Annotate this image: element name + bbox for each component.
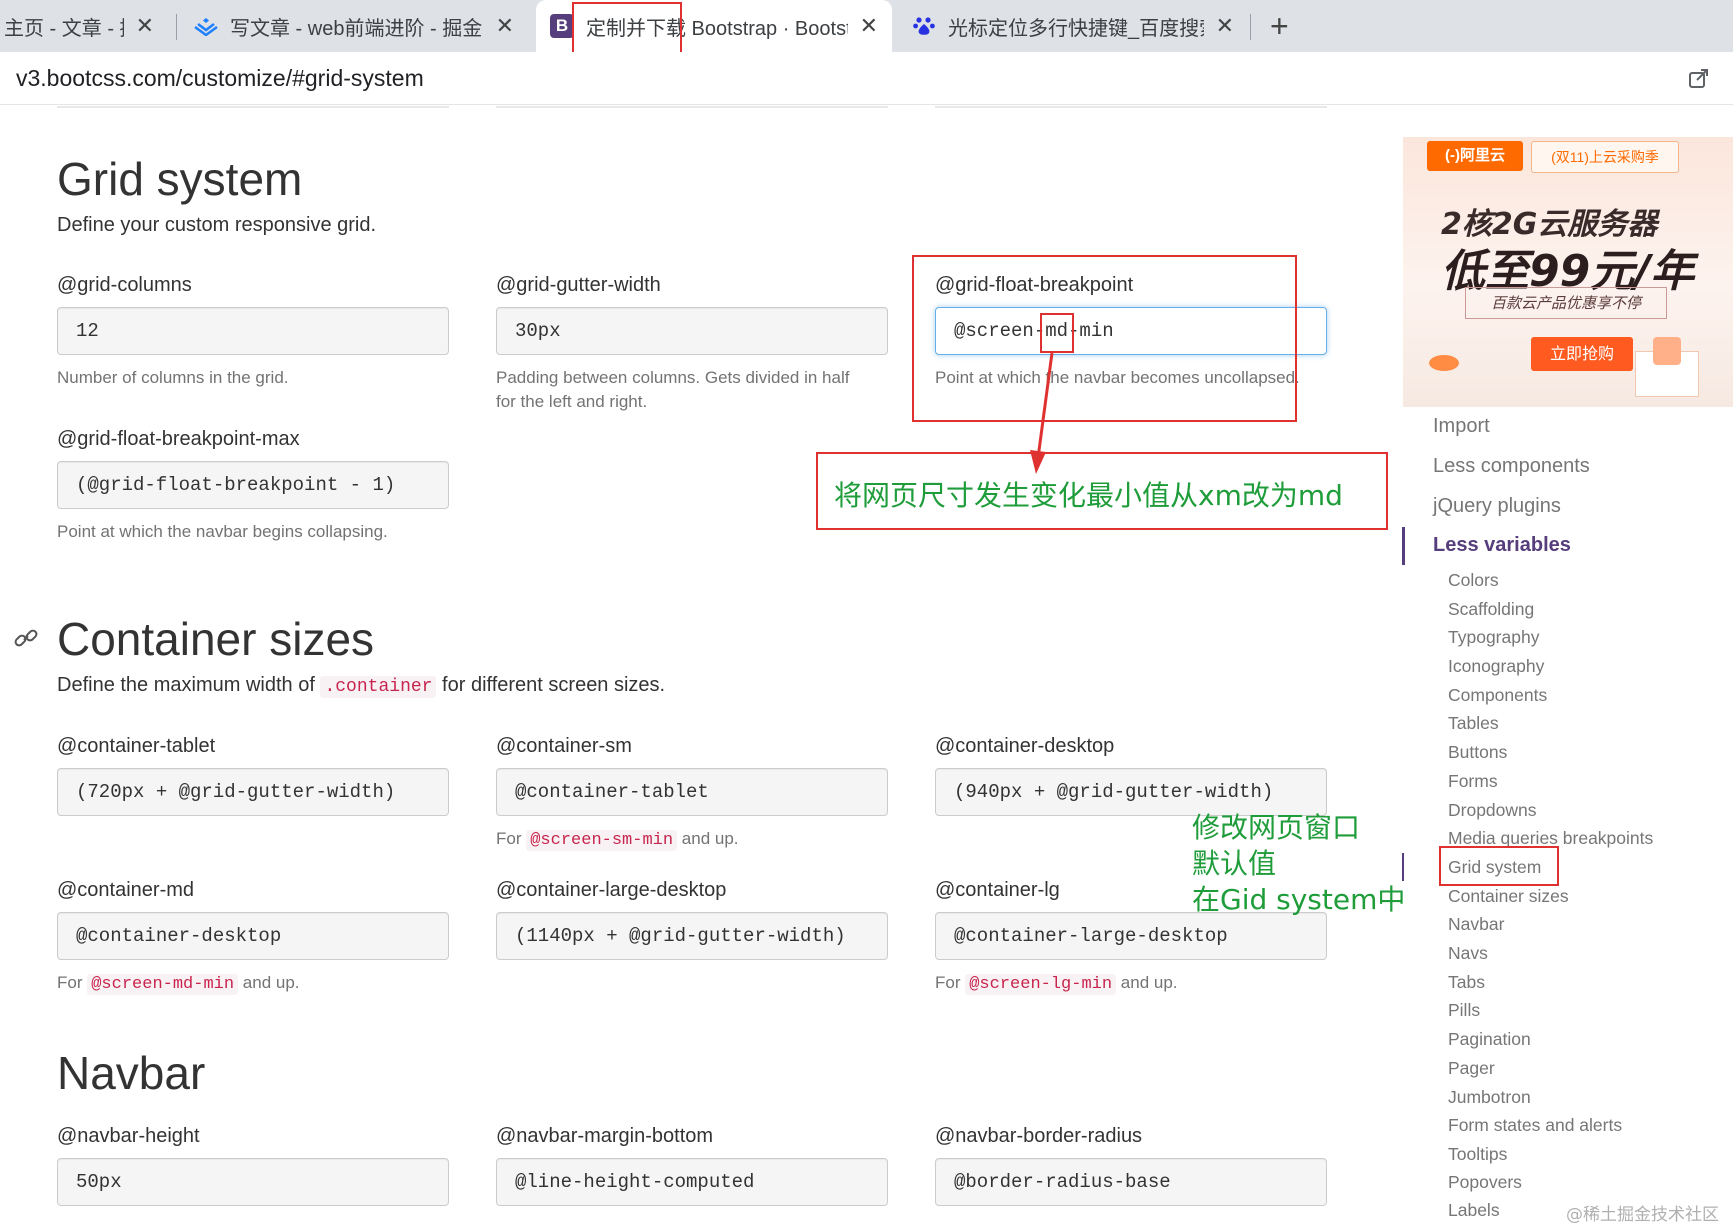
sidebar-item-tabs[interactable]: Tabs: [1448, 972, 1485, 993]
sidebar-item-scaffolding[interactable]: Scaffolding: [1448, 599, 1534, 620]
sidebar-item-container-sizes[interactable]: Container sizes: [1448, 886, 1569, 907]
sidebar-item-tables[interactable]: Tables: [1448, 713, 1499, 734]
sidebar-scroll-marker: [1402, 853, 1404, 881]
sidebar-item-dropdowns[interactable]: Dropdowns: [1448, 800, 1537, 821]
sidebar-item-pager[interactable]: Pager: [1448, 1058, 1495, 1079]
ad-buy-button[interactable]: 立即抢购: [1531, 337, 1633, 371]
sidebar-item-forms[interactable]: Forms: [1448, 771, 1498, 792]
sidebar-item-import[interactable]: Import: [1433, 415, 1490, 438]
sidebar-item-typography[interactable]: Typography: [1448, 627, 1539, 648]
sidebar-item-iconography[interactable]: Iconography: [1448, 656, 1544, 677]
sidebar-item-less-variables[interactable]: Less variables: [1433, 534, 1571, 557]
ad-tag: (双11)上云采购季: [1531, 141, 1679, 173]
juejin-watermark: @稀土掘金技术社区: [1566, 1205, 1719, 1225]
sidebar-item-navbar[interactable]: Navbar: [1448, 914, 1504, 935]
sidebar-item-less-components[interactable]: Less components: [1433, 455, 1590, 478]
sidebar-item-components[interactable]: Components: [1448, 685, 1547, 706]
ad-subline: 百款云产品优惠享不停: [1465, 287, 1667, 319]
sidebar-item-jquery-plugins[interactable]: jQuery plugins: [1433, 495, 1561, 518]
aliyun-ad-banner[interactable]: (-)阿里云 (双11)上云采购季 2核2G云服务器 低至99元/年 百款云产品…: [1403, 137, 1733, 407]
sidebar-item-pagination[interactable]: Pagination: [1448, 1029, 1531, 1050]
sidebar-active-indicator: [1402, 527, 1405, 565]
sidebar-item-colors[interactable]: Colors: [1448, 570, 1499, 591]
aliyun-logo: (-)阿里云: [1427, 141, 1523, 171]
ad-decoration: [1429, 355, 1459, 371]
sidebar-item-buttons[interactable]: Buttons: [1448, 742, 1507, 763]
sidebar-item-jumbotron[interactable]: Jumbotron: [1448, 1087, 1531, 1108]
note-change-breakpoint: 将网页尺寸发生变化最小值从xm改为md: [834, 479, 1343, 512]
sidebar-item-popovers[interactable]: Popovers: [1448, 1172, 1522, 1193]
sidebar-item-form-states[interactable]: Form states and alerts: [1448, 1115, 1622, 1136]
ad-decoration: [1653, 337, 1681, 365]
grid-system-highlight-box: [1439, 846, 1559, 886]
sidebar-item-navs[interactable]: Navs: [1448, 943, 1488, 964]
note-grid-system: 修改网页窗口 默认值 在Gid system中: [1192, 811, 1406, 916]
sidebar-item-labels[interactable]: Labels: [1448, 1200, 1500, 1221]
sidebar-item-tooltips[interactable]: Tooltips: [1448, 1144, 1507, 1165]
sidebar-item-pills[interactable]: Pills: [1448, 1000, 1480, 1021]
